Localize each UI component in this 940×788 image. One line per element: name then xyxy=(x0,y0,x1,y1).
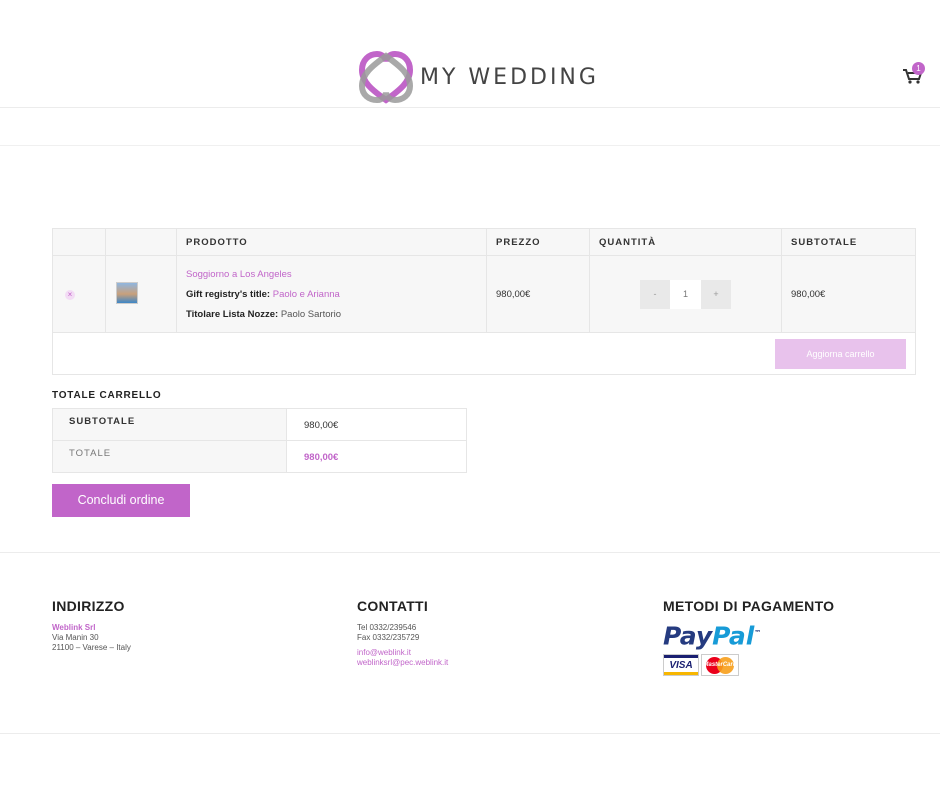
paypal-trademark: ™ xyxy=(754,629,762,637)
meta-value: Paolo e Arianna xyxy=(272,288,340,300)
quantity-increase-button[interactable]: + xyxy=(701,279,731,309)
footer-contacts: CONTATTI Tel 0332/239546 Fax 0332/235729… xyxy=(357,598,448,668)
cart-actions-cell: Aggiorna carrello xyxy=(52,332,916,375)
product-thumbnail[interactable] xyxy=(116,281,138,304)
mastercard-text: MasterCard xyxy=(703,662,737,669)
footer-divider xyxy=(0,552,940,553)
totals-row-total: TOTALE 980,00€ xyxy=(52,440,467,473)
meta-label: Gift registry's title: xyxy=(186,288,271,300)
cart-actions-row: Aggiorna carrello xyxy=(52,332,916,375)
paypal-logo: PayPal™ xyxy=(663,620,834,649)
cart-table: PRODOTTO PREZZO QUANTITÀ SUBTOTALE × Sog… xyxy=(52,228,916,375)
thumbnail-cell xyxy=(105,255,177,333)
logo-text: MY WEDDING xyxy=(420,64,599,90)
card-logos: VISA MasterCard xyxy=(663,654,834,677)
footer-contacts-title: CONTATTI xyxy=(357,598,429,614)
product-meta-owner: Titolare Lista Nozze: Paolo Sartorio xyxy=(186,309,486,320)
header-thumbnail xyxy=(105,228,177,256)
table-row: × Soggiorno a Los Angeles Gift registry'… xyxy=(52,255,916,333)
address-city: 21100 – Varese – Italy xyxy=(52,643,131,652)
header-subtotal: SUBTOTALE xyxy=(781,228,916,256)
footer-bottom-divider xyxy=(0,733,940,734)
header-product: PRODOTTO xyxy=(176,228,487,256)
quantity-stepper: - 1 + xyxy=(640,279,731,309)
contact-tel: Tel 0332/239546 xyxy=(357,623,417,632)
mastercard-icon: MasterCard xyxy=(701,654,739,677)
product-meta-registry: Gift registry's title: Paolo e Arianna xyxy=(186,289,486,300)
header-price: PREZZO xyxy=(486,228,590,256)
total-label: TOTALE xyxy=(52,440,287,473)
subtotal-label: SUBTOTALE xyxy=(52,408,287,441)
product-cell: Soggiorno a Los Angeles Gift registry's … xyxy=(176,255,487,333)
quantity-decrease-button[interactable]: - xyxy=(640,279,670,309)
divider xyxy=(0,145,940,146)
visa-card-icon: VISA xyxy=(663,654,699,677)
paypal-pal-text: Pal xyxy=(712,621,755,651)
product-name-link[interactable]: Soggiorno a Los Angeles xyxy=(186,269,486,280)
heart-logo-icon xyxy=(358,50,414,104)
totals-row-subtotal: SUBTOTALE 980,00€ xyxy=(52,408,467,441)
remove-item-icon[interactable]: × xyxy=(65,289,75,300)
visa-text: VISA xyxy=(669,660,693,672)
contact-email-link[interactable]: info@weblink.it xyxy=(357,648,448,658)
cart-count-badge: 1 xyxy=(912,62,925,75)
remove-cell: × xyxy=(52,255,106,333)
update-cart-button[interactable]: Aggiorna carrello xyxy=(775,338,906,369)
site-logo[interactable]: MY WEDDING xyxy=(358,50,599,104)
subtotal-value: 980,00€ xyxy=(286,408,467,441)
footer-address: INDIRIZZO Weblink Srl Via Manin 30 21100… xyxy=(52,598,131,653)
paypal-pay-text: Pay xyxy=(663,621,713,651)
site-header: MY WEDDING 1 xyxy=(0,0,940,108)
total-value: 980,00€ xyxy=(286,440,467,473)
checkout-button[interactable]: Concludi ordine xyxy=(52,484,190,517)
address-street: Via Manin 30 xyxy=(52,633,99,642)
company-name: Weblink Srl xyxy=(52,623,96,632)
quantity-cell: - 1 + xyxy=(589,255,782,333)
quantity-input[interactable]: 1 xyxy=(670,279,701,309)
footer-payments-title: METODI DI PAGAMENTO xyxy=(663,598,835,614)
contact-pec-link[interactable]: weblinksrl@pec.weblink.it xyxy=(357,658,448,668)
cart-totals-title: TOTALE CARRELLO xyxy=(52,390,162,401)
cart-table-header: PRODOTTO PREZZO QUANTITÀ SUBTOTALE xyxy=(52,228,916,256)
footer-payments: METODI DI PAGAMENTO PayPal™ VISA MasterC… xyxy=(663,598,835,677)
header-quantity: QUANTITÀ xyxy=(589,228,782,256)
header-remove xyxy=(52,228,106,256)
footer-address-title: INDIRIZZO xyxy=(52,598,125,614)
meta-label: Titolare Lista Nozze: xyxy=(186,308,279,320)
contact-fax: Fax 0332/235729 xyxy=(357,633,420,642)
price-cell: 980,00€ xyxy=(486,255,590,333)
subtotal-cell: 980,00€ xyxy=(781,255,916,333)
cart-totals-table: SUBTOTALE 980,00€ TOTALE 980,00€ xyxy=(52,408,467,473)
meta-value: Paolo Sartorio xyxy=(280,308,342,320)
